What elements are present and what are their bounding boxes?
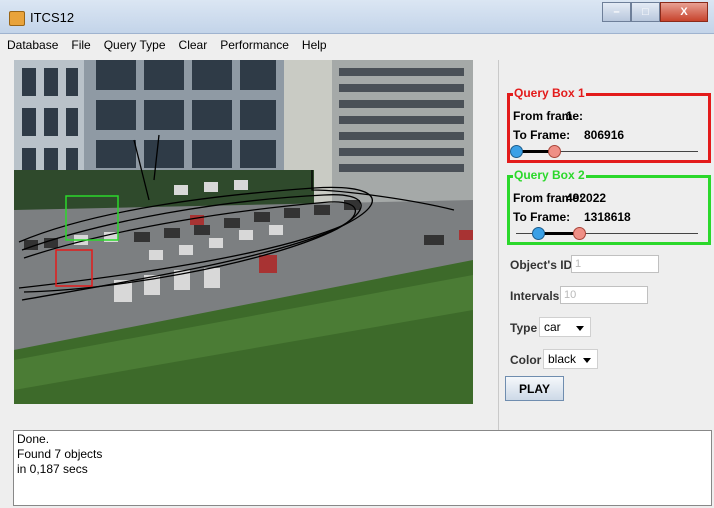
color-select-value: black	[548, 352, 577, 366]
window-controls: – □ X	[602, 2, 708, 22]
query-box-1-to-row: To Frame: 806916	[513, 128, 624, 142]
to-frame-value: 1318618	[584, 210, 631, 224]
color-select[interactable]: black	[543, 349, 598, 369]
play-button[interactable]: PLAY	[505, 376, 564, 401]
type-label: Type	[510, 321, 538, 335]
query-box-1-from-knob[interactable]	[510, 145, 523, 158]
menu-bar: Database File Query Type Clear Performan…	[0, 34, 714, 56]
menu-help[interactable]: Help	[295, 38, 333, 52]
query-box-2-title: Query Box 2	[513, 168, 586, 182]
from-frame-value: 1	[566, 109, 573, 123]
status-output[interactable]: Done. Found 7 objects in 0,187 secs	[13, 430, 712, 506]
status-line: Found 7 objects	[17, 447, 103, 461]
status-line: in 0,187 secs	[17, 462, 88, 476]
menu-file[interactable]: File	[64, 38, 96, 52]
chevron-down-icon	[583, 358, 591, 363]
query-box-2: Query Box 2 From frame: 492022 To Frame:…	[507, 168, 711, 245]
status-line: Done.	[17, 432, 50, 446]
window-title: ITCS12	[30, 10, 75, 25]
to-frame-label: To Frame:	[513, 210, 571, 224]
intervals-label: Intervals	[510, 289, 560, 303]
video-frame[interactable]	[14, 60, 473, 404]
query-box-1-from-row: From frame: 1	[513, 109, 583, 123]
query-box-1-title: Query Box 1	[513, 86, 586, 100]
intervals-input[interactable]: 10	[560, 286, 648, 304]
object-id-input[interactable]: 1	[571, 255, 659, 273]
menu-clear[interactable]: Clear	[172, 38, 214, 52]
to-frame-label: To Frame:	[513, 128, 571, 142]
app-icon	[9, 11, 25, 26]
query-box-2-from-row: From frame: 492022	[513, 191, 606, 205]
close-button[interactable]: X	[660, 2, 708, 22]
object-id-label: Object's ID	[510, 258, 573, 272]
chevron-down-icon	[576, 326, 584, 331]
maximize-button[interactable]: □	[631, 2, 660, 22]
minimize-button[interactable]: –	[602, 2, 631, 22]
from-frame-value: 492022	[566, 191, 607, 205]
color-label: Color	[510, 353, 542, 367]
to-frame-value: 806916	[584, 128, 625, 142]
query-box-2-from-knob[interactable]	[532, 227, 545, 240]
menu-query-type[interactable]: Query Type	[97, 38, 172, 52]
type-select-value: car	[544, 320, 561, 334]
query-box-1: Query Box 1 From frame: 1 To Frame: 8069…	[507, 86, 711, 163]
type-select[interactable]: car	[539, 317, 591, 337]
query-box-2-to-row: To Frame: 1318618	[513, 210, 631, 224]
title-bar: ITCS12 – □ X	[0, 0, 714, 34]
parking-lot-image	[14, 60, 473, 404]
menu-performance[interactable]: Performance	[213, 38, 295, 52]
query-box-1-to-knob[interactable]	[548, 145, 561, 158]
menu-database[interactable]: Database	[0, 38, 64, 52]
query-panel: Query Box 1 From frame: 1 To Frame: 8069…	[498, 60, 714, 430]
query-box-2-to-knob[interactable]	[573, 227, 586, 240]
